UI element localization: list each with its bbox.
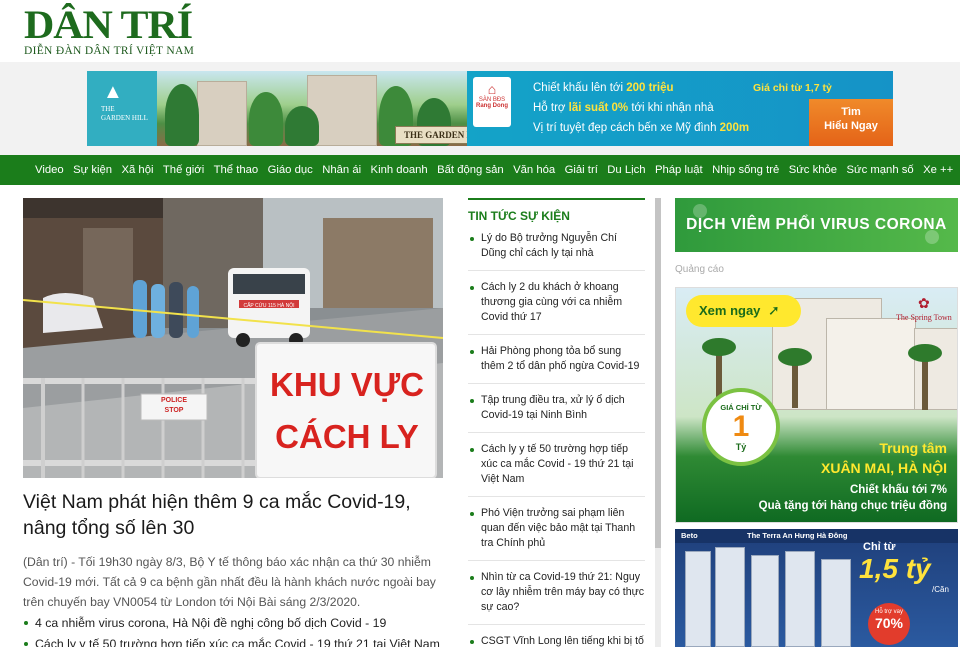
news-item[interactable]: Cách ly y tế 50 trường hợp tiếp xúc ca m… [468,442,645,497]
news-list-scrollbar[interactable] [655,198,661,647]
ad-label: Quảng cáo [675,264,724,275]
ad-line-2-highlight: lãi suất 0% [568,102,629,114]
scroll-thumb[interactable] [655,198,661,548]
ad-line-3: Chiết khấu tới 7% [850,484,947,496]
house-icon: ⌂ [487,81,497,97]
sidebar-ad-terra[interactable]: Beto The Terra An Hưng Hà Đông Chỉ từ 1,… [675,529,958,647]
ad-cta-button[interactable]: Tìm Hiểu Ngay [809,99,893,146]
main-story-headline[interactable]: Việt Nam phát hiện thêm 9 ca mắc Covid-1… [23,489,443,541]
ad-project-small: THE GARDEN HILL [101,105,148,122]
nav-the-thao[interactable]: Thể thao [214,164,259,176]
related-link[interactable]: 4 ca nhiễm virus corona, Hà Nội đề nghị … [23,613,443,634]
ad-loan-badge: Hỗ trợ vay 70% [868,603,910,645]
main-nav: Video Sự kiện Xã hội Thế giới Thể thao G… [0,155,960,185]
nav-video[interactable]: Video [35,164,64,176]
ad-price-value: 1 [732,410,750,443]
corona-banner[interactable]: DỊCH VIÊM PHỔI VIRUS CORONA [675,198,958,252]
nav-xa-hoi[interactable]: Xã hội [121,164,153,176]
ad-line-2: Hỗ trợ lãi suất 0% tới khi nhận nhà [533,98,749,118]
site-logo[interactable]: DÂN TRÍ DIỄN ĐÀN DÂN TRÍ VIỆT NAM [24,5,194,58]
news-item[interactable]: Nhìn từ ca Covid-19 thứ 21: Nguy cơ lây … [468,570,645,625]
photo-small-sign: POLICE STOP [160,397,188,414]
related-links: 4 ca nhiễm virus corona, Hà Nội đề nghị … [23,613,443,647]
ad-price-value: 1,5 tỷ [859,553,931,584]
nav-giai-tri[interactable]: Giải trí [565,164,598,176]
nav-suc-manh-so[interactable]: Sức mạnh số [846,164,913,176]
news-item[interactable]: Lý do Bộ trưởng Nguyễn Chí Dũng chỉ cách… [468,231,645,271]
section-divider [468,198,645,200]
ad-line-3-text: Vị trí tuyệt đẹp cách bến xe Mỹ đình [533,122,720,134]
ad-xem-ngay-button[interactable]: Xem ngay [686,295,801,327]
ad-price-unit: Tỷ [735,442,747,452]
main-story-lead: (Dân trí) - Tối 19h30 ngày 8/3, Bộ Y tế … [23,555,436,609]
ad-line-1: Chiết khấu lên tới 200 triệu [533,78,749,98]
news-item[interactable]: Phó Viện trưởng sai phạm liên quan đến v… [468,506,645,561]
ad-line-4: Quà tặng tới hàng chục triệu đồng [758,500,947,512]
site-header: DÂN TRÍ DIỄN ĐÀN DÂN TRÍ VIỆT NAM [0,0,960,62]
ad-agency-logo: ⌂ SÀN BĐS Rang Dong [473,77,511,127]
ad-lines: Chiết khấu lên tới 200 triệu Hỗ trợ lãi … [533,78,749,138]
nav-giao-duc[interactable]: Giáo dục [268,164,313,176]
nav-phap-luat[interactable]: Pháp luật [655,164,703,176]
ad-project-logo: ▲ THE GARDEN HILL [87,71,157,146]
ad-price-top: Chỉ từ [863,541,896,553]
related-link[interactable]: Cách ly y tế 50 trường hợp tiếp xúc ca m… [23,634,443,647]
nav-suc-khoe[interactable]: Sức khỏe [789,164,837,176]
ad-brand: ✿ The Spring Town [896,296,952,322]
top-banner-ad[interactable]: ▲ THE GARDEN HILL THE GARDEN HILL ⌂ SÀN … [87,71,893,146]
ad-header: Beto The Terra An Hưng Hà Đông [675,529,958,543]
news-item[interactable]: Hải Phòng phong tỏa bổ sung thêm 2 tổ dâ… [468,344,645,384]
ad-price-badge: Giá chỉ từ 1,7 tỷ [753,82,832,94]
ad-price-unit: /Căn [932,585,949,594]
nav-nhan-ai[interactable]: Nhân ái [322,164,361,176]
news-item[interactable]: Tập trung điều tra, xử lý ổ dịch Covid-1… [468,393,645,433]
ad-agency-name: Rang Dong [476,103,508,109]
photo-ambulance-text: CẤP CỨU 115 HÀ NỘI [243,302,294,309]
news-item[interactable]: Cách ly 2 du khách ở khoang thương gia c… [468,280,645,335]
sidebar-ad-spring-town[interactable]: Xem ngay ➚ ✿ The Spring Town GIÁ CHỈ TỪ … [675,287,958,523]
nav-kinh-doanh[interactable]: Kinh doanh [371,164,428,176]
photo-sign-line-1: KHU VỰC [270,366,424,403]
ad-line-1: Trung tâm [879,440,947,456]
ad-line-3-highlight: 200m [719,122,750,134]
ad-line-2-tail: tới khi nhận nhà [628,102,714,114]
corona-banner-text: DỊCH VIÊM PHỔI VIRUS CORONA [686,216,947,233]
news-item[interactable]: CSGT Vĩnh Long lên tiếng khi bị tố [468,634,645,647]
news-list-title[interactable]: TIN TỨC SỰ KIỆN [468,209,645,223]
nav-nhip-song-tre[interactable]: Nhịp sống trẻ [712,164,779,176]
ad-line-2-text: Hỗ trợ [533,102,569,114]
ad-line-2: XUÂN MAI, HÀ NỘI [821,460,947,476]
news-list-column: TIN TỨC SỰ KIỆN Lý do Bộ trưởng Nguyễn C… [468,198,645,647]
nav-xe[interactable]: Xe ++ [923,164,953,176]
ad-brand-text: The Spring Town [896,313,952,322]
ad-line-1-highlight: 200 triệu [626,82,674,94]
main-story-photo[interactable]: CẤP CỨU 115 HÀ NỘI POLICE STOP KHU VỰC C… [23,198,443,478]
nav-bat-dong-san[interactable]: Bất động sản [437,164,504,176]
nav-su-kien[interactable]: Sự kiện [73,164,112,176]
ad-brand: Beto [681,531,698,540]
flower-icon: ✿ [918,297,930,312]
logo-text: DÂN TRÍ [24,2,193,47]
ad-loan-value: 70% [874,615,904,631]
cursor-icon: ➚ [768,302,780,318]
ad-price-badge: GIÁ CHỈ TỪ 1 Tỷ [702,388,780,466]
ad-project-name: The Terra An Hưng Hà Đông [747,531,848,540]
nav-the-gioi[interactable]: Thế giới [163,164,204,176]
ad-line-1-text: Chiết khấu lên tới [533,82,627,94]
nav-van-hoa[interactable]: Văn hóa [513,164,555,176]
photo-sign-line-2: CÁCH LY [275,418,419,455]
building-icon: ▲ [103,81,123,103]
nav-du-lich[interactable]: Du Lịch [607,164,645,176]
ad-line-3: Vị trí tuyệt đẹp cách bến xe Mỹ đình 200… [533,118,749,138]
